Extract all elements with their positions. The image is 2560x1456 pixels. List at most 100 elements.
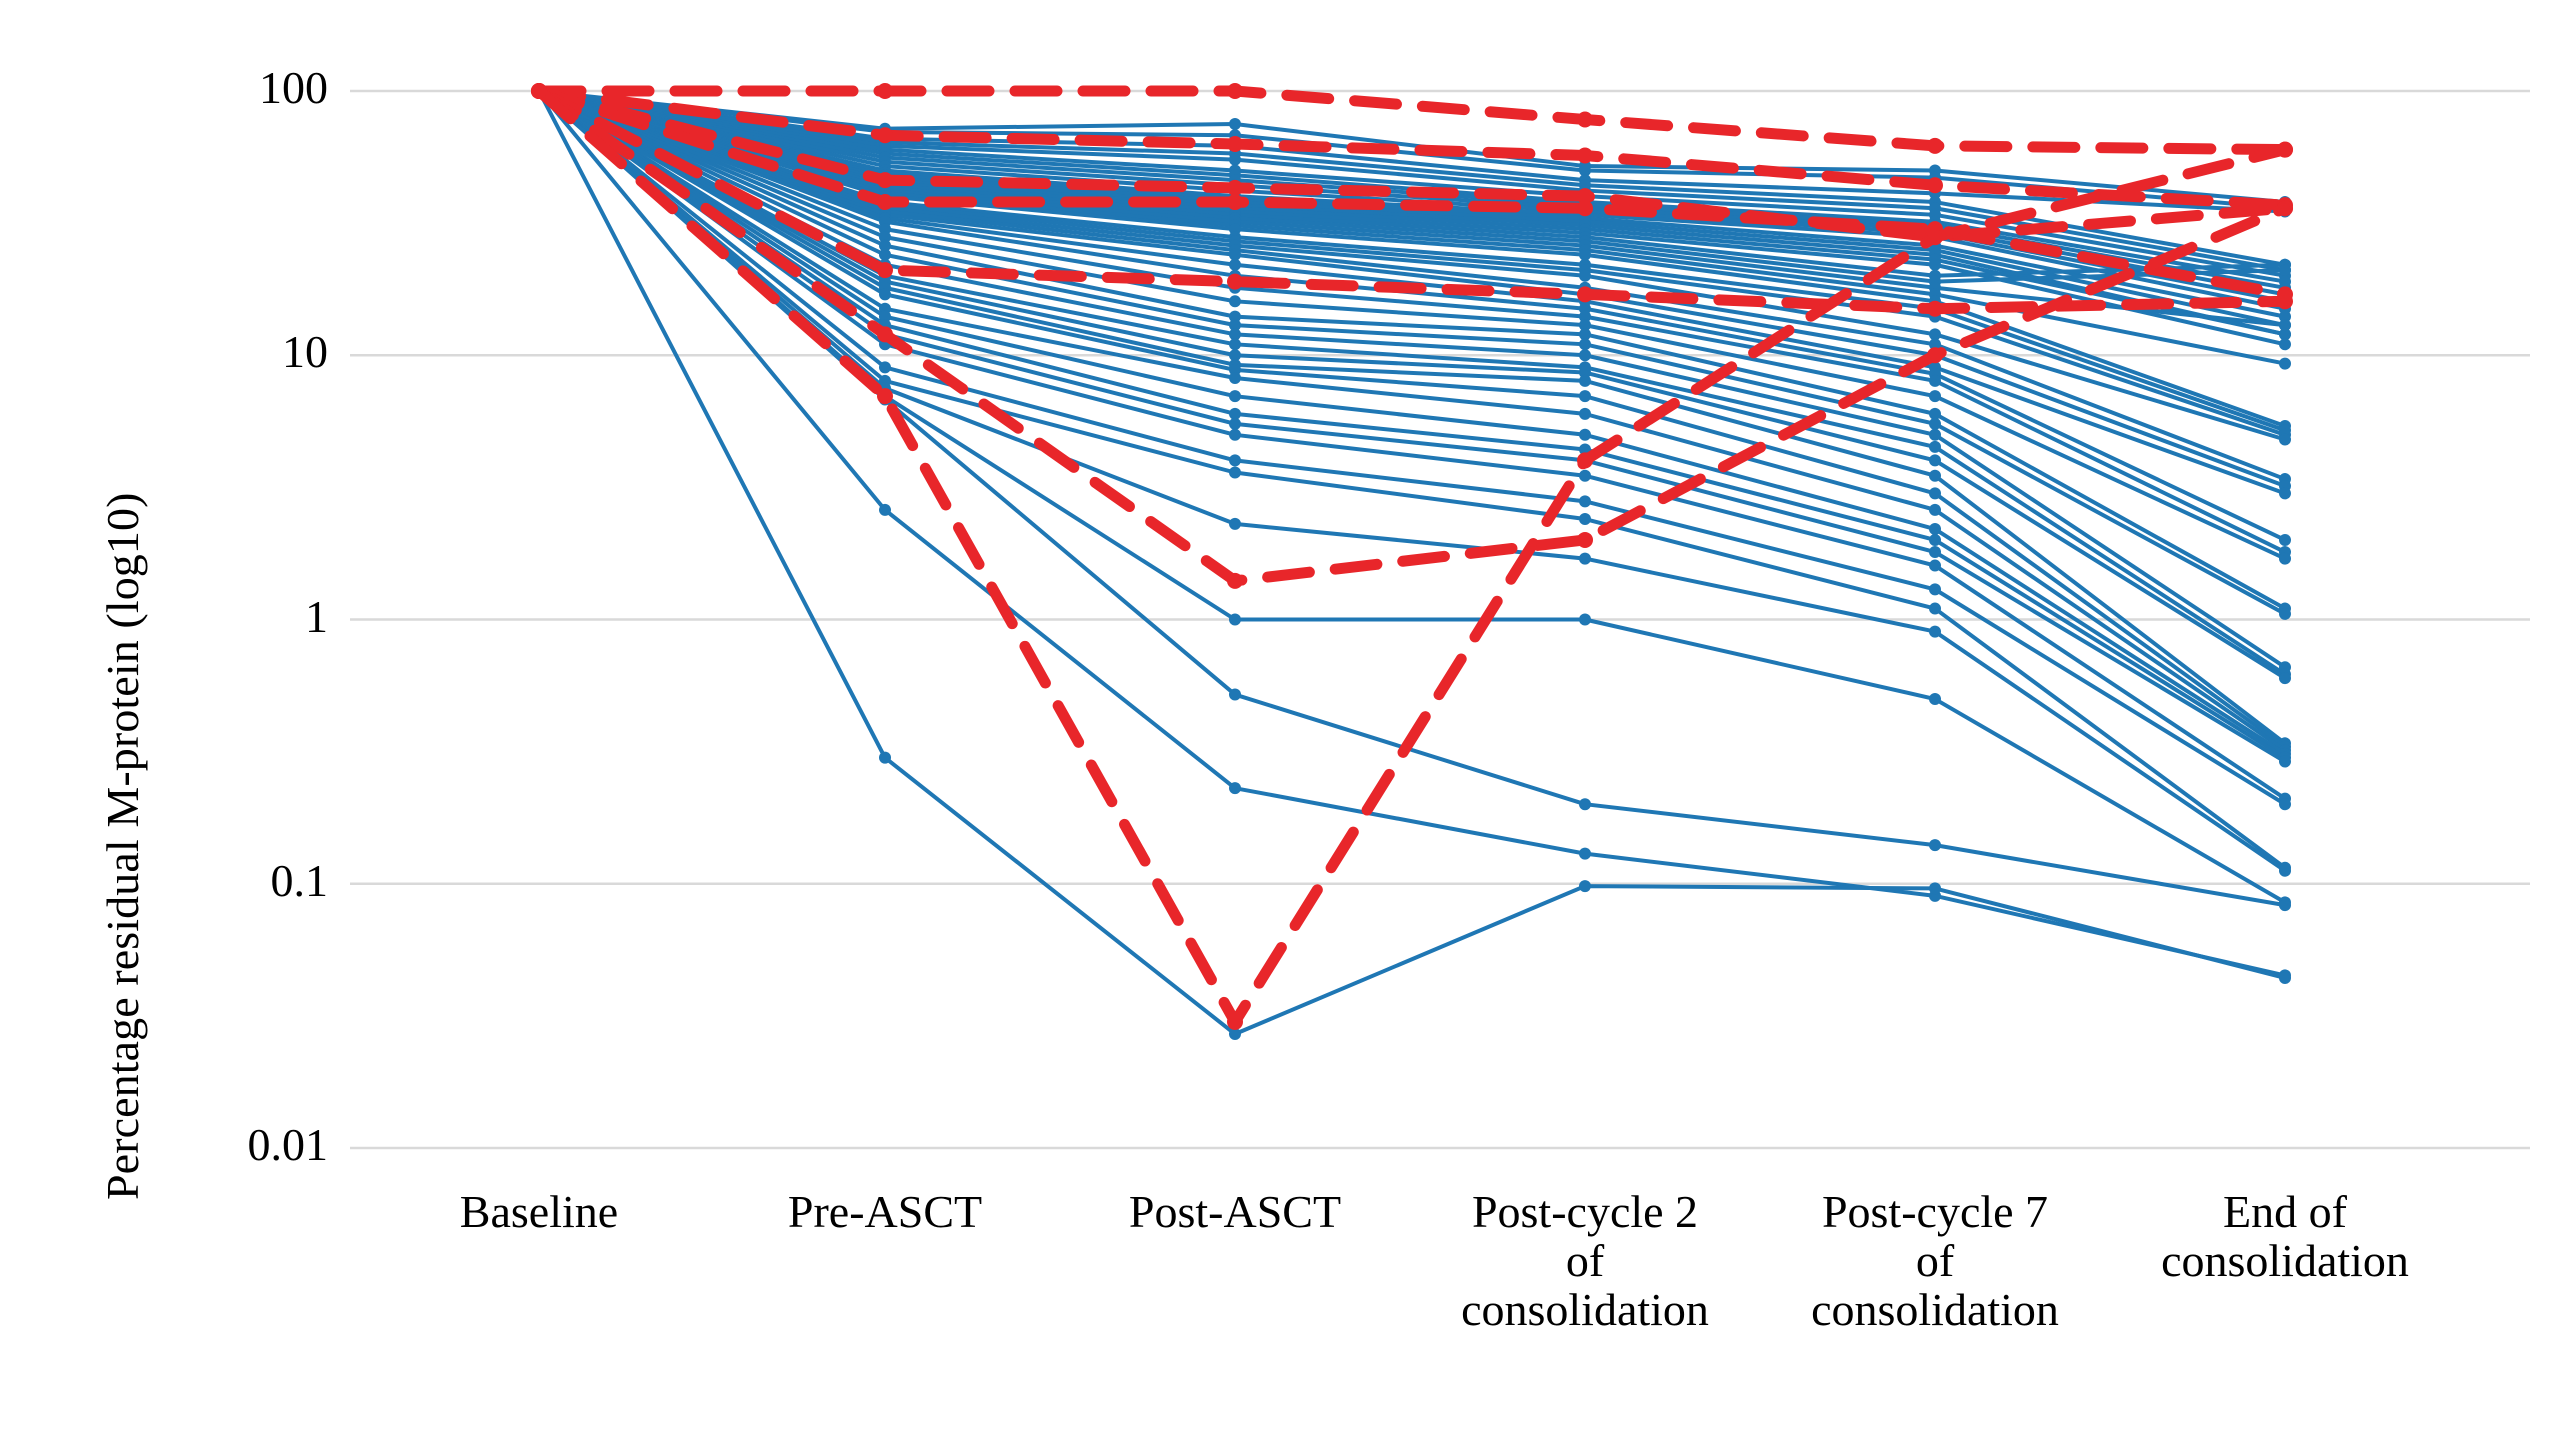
- y-tick-label: 1: [305, 590, 328, 642]
- data-point: [1929, 390, 1941, 403]
- data-point: [1229, 454, 1241, 467]
- x-tick-label: Post-cycle 7 of consolidation: [1811, 1186, 2059, 1335]
- data-point: [877, 172, 893, 189]
- data-point: [1577, 111, 1593, 128]
- data-point: [1229, 428, 1241, 441]
- data-point: [1929, 583, 1941, 596]
- data-point: [2279, 552, 2291, 565]
- data-point: [1577, 452, 1593, 469]
- data-point: [2277, 200, 2293, 217]
- data-point: [1229, 688, 1241, 701]
- data-point: [1579, 390, 1591, 403]
- data-point: [1579, 349, 1591, 362]
- y-axis-title: Percentage residual M-protein (log10): [97, 492, 148, 1200]
- data-point: [1929, 839, 1941, 852]
- data-point: [1927, 229, 1943, 246]
- data-point: [1579, 269, 1591, 282]
- data-point: [2279, 607, 2291, 620]
- data-point: [1227, 273, 1243, 290]
- data-point: [1229, 782, 1241, 795]
- data-point: [1229, 517, 1241, 530]
- data-point: [2277, 141, 2293, 158]
- data-point: [2279, 487, 2291, 500]
- data-point: [1577, 531, 1593, 548]
- data-point: [1229, 372, 1241, 385]
- data-point: [2279, 755, 2291, 768]
- x-tick-label: Post-ASCT: [1128, 1186, 1342, 1237]
- data-point: [1929, 440, 1941, 453]
- data-point: [879, 751, 891, 764]
- data-point: [1227, 1013, 1243, 1030]
- x-tick-label: Pre-ASCT: [787, 1186, 983, 1237]
- data-point: [1227, 136, 1243, 153]
- data-point: [2279, 971, 2291, 984]
- data-point: [1929, 258, 1941, 271]
- data-point: [1929, 546, 1941, 559]
- data-point: [877, 127, 893, 144]
- data-point: [1929, 523, 1941, 536]
- data-point: [1229, 118, 1241, 131]
- data-point: [1929, 374, 1941, 387]
- y-tick-label: 0.01: [247, 1119, 329, 1170]
- data-point: [1577, 286, 1593, 303]
- data-point: [2279, 672, 2291, 685]
- data-point: [1229, 338, 1241, 351]
- data-point: [1927, 137, 1943, 154]
- data-point: [1579, 428, 1591, 441]
- data-point: [1579, 407, 1591, 420]
- data-point: [877, 262, 893, 279]
- data-point: [1229, 258, 1241, 271]
- data-point: [879, 361, 891, 374]
- data-point: [1227, 83, 1243, 99]
- data-point: [2279, 864, 2291, 877]
- data-point: [2279, 319, 2291, 332]
- data-point: [1579, 847, 1591, 860]
- y-tick-label: 0.1: [270, 854, 329, 906]
- data-point: [1579, 552, 1591, 565]
- data-point: [1929, 503, 1941, 516]
- data-point: [877, 83, 893, 99]
- data-point: [877, 388, 893, 405]
- data-point: [1229, 153, 1241, 166]
- data-point: [1229, 466, 1241, 479]
- data-point: [1929, 417, 1941, 430]
- data-point: [2279, 533, 2291, 546]
- x-tick-label: Post-cycle 2 of consolidation: [1461, 1186, 1709, 1335]
- data-point: [1229, 417, 1241, 430]
- chart-figure: Percentage residual M-protein (log10) 10…: [0, 0, 2560, 1456]
- data-point: [1579, 374, 1591, 387]
- data-point: [1227, 194, 1243, 211]
- data-point: [1579, 338, 1591, 351]
- data-point: [1929, 469, 1941, 482]
- y-tick-label: 10: [282, 326, 328, 378]
- data-point: [1927, 300, 1943, 317]
- data-point: [1577, 200, 1593, 217]
- data-point: [2279, 264, 2291, 277]
- data-point: [1229, 390, 1241, 403]
- data-point: [1579, 613, 1591, 626]
- data-point: [1929, 559, 1941, 572]
- data-point: [877, 326, 893, 343]
- data-point: [1579, 513, 1591, 526]
- data-point: [1929, 693, 1941, 706]
- data-point: [1929, 487, 1941, 500]
- data-point: [879, 288, 891, 301]
- data-point: [2279, 338, 2291, 351]
- data-point: [1929, 454, 1941, 467]
- x-tick-label: Baseline: [459, 1186, 619, 1237]
- data-point: [2277, 293, 2293, 310]
- data-point: [1229, 613, 1241, 626]
- data-point: [1929, 602, 1941, 615]
- data-point: [1929, 533, 1941, 546]
- data-point: [2279, 357, 2291, 370]
- data-point: [2279, 433, 2291, 446]
- data-point: [531, 83, 547, 99]
- data-point: [1927, 347, 1943, 364]
- y-tick-label: 100: [259, 62, 328, 113]
- data-point: [877, 194, 893, 211]
- data-point: [2279, 798, 2291, 811]
- data-point: [1227, 572, 1243, 589]
- data-point: [1229, 295, 1241, 308]
- data-point: [1579, 469, 1591, 482]
- data-point: [1927, 177, 1943, 194]
